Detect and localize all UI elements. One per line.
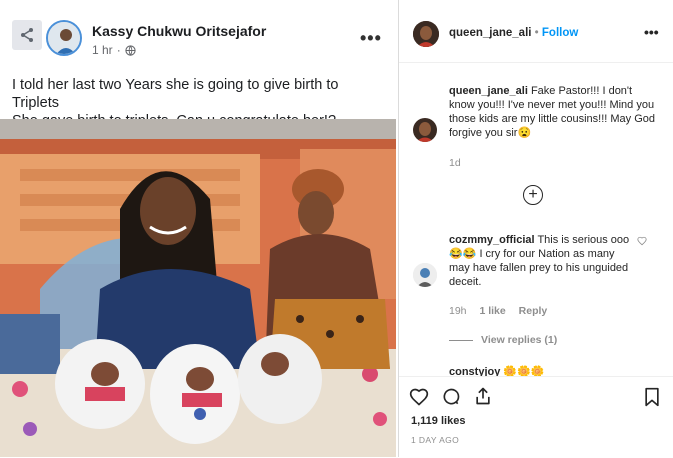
post-options-button[interactable]: •••: [360, 28, 382, 49]
bookmark-icon[interactable]: [643, 387, 661, 407]
reply-button[interactable]: Reply: [519, 305, 548, 317]
comment-2: cozmmy_official This is serious ooo 😂😂 I…: [449, 233, 634, 289]
comment-age: 1d: [449, 157, 461, 169]
share-icon[interactable]: [473, 386, 493, 406]
view-replies-button[interactable]: View replies (1): [449, 334, 557, 346]
share-icon: [21, 28, 33, 42]
comment-icon[interactable]: [441, 387, 461, 407]
follow-button[interactable]: Follow: [542, 27, 578, 39]
view-replies-label: View replies (1): [481, 334, 558, 346]
comment-3: constyjoy 🌼🌼🌼: [449, 365, 545, 376]
load-more-comments-button[interactable]: +: [523, 185, 543, 205]
like-comment-icon[interactable]: [637, 236, 647, 246]
replies-line: [449, 339, 473, 341]
ig-dot: •: [534, 27, 539, 39]
instagram-panel: queen_jane_ali • Follow ••• queen_jane_a…: [398, 0, 673, 457]
ig-username-line: queen_jane_ali • Follow: [449, 27, 578, 39]
comment-meta: 19h 1 like Reply: [449, 305, 547, 317]
author-name[interactable]: Kassy Chukwu Oritsejafor: [92, 23, 266, 39]
ig-avatar[interactable]: [413, 21, 439, 47]
likes-count[interactable]: 1,119 likes: [411, 415, 465, 427]
comment-avatar[interactable]: [413, 118, 437, 142]
time-separator: ·: [116, 43, 121, 57]
share-button[interactable]: [12, 20, 42, 50]
comment-age: 19h: [449, 305, 467, 317]
comment-username[interactable]: constyjoy 🌼🌼🌼: [449, 366, 545, 376]
post-photo[interactable]: [0, 119, 396, 457]
comment-username[interactable]: cozmmy_official: [449, 234, 535, 246]
comment-1: queen_jane_ali Fake Pastor!!! I don't kn…: [449, 84, 659, 140]
post-time: 1 hr: [92, 43, 113, 57]
post-text-line: I told her last two Years she is going t…: [12, 77, 339, 111]
ig-options-button[interactable]: •••: [644, 24, 659, 40]
post-timestamp[interactable]: 1 hr ·: [92, 43, 136, 57]
heart-icon[interactable]: [409, 387, 429, 407]
ig-action-bar: 1,119 likes 1 DAY AGO: [399, 376, 673, 458]
comment-username[interactable]: queen_jane_ali: [449, 85, 528, 97]
author-avatar[interactable]: [46, 20, 82, 56]
comment-likes[interactable]: 1 like: [479, 305, 505, 317]
facebook-post: Kassy Chukwu Oritsejafor 1 hr · ••• I to…: [0, 0, 396, 457]
post-date: 1 DAY AGO: [411, 435, 460, 445]
globe-icon: [125, 44, 136, 56]
ig-username[interactable]: queen_jane_ali: [449, 27, 531, 39]
ig-header: queen_jane_ali • Follow •••: [399, 0, 673, 63]
comment-avatar[interactable]: [413, 263, 437, 287]
